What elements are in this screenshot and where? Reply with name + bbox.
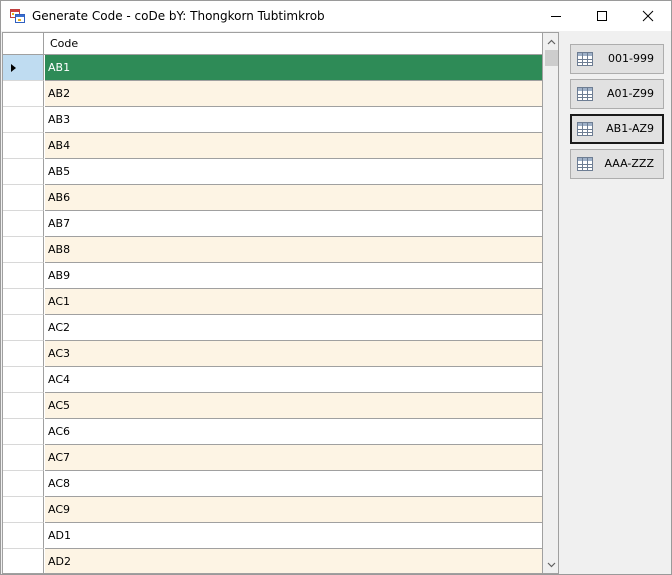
row-header[interactable] xyxy=(3,445,44,471)
row-header[interactable] xyxy=(3,159,44,185)
row-header[interactable] xyxy=(3,393,44,419)
close-icon xyxy=(642,10,654,22)
grid-rows: AB1 AB2 AB3 AB4 AB5 AB6 AB7 AB8 AB9 AC1 AC2 AC3 AC4 A… xyxy=(3,55,543,573)
table-row[interactable]: AB2 xyxy=(3,81,543,107)
code-grid[interactable]: Code AB1 AB2 AB3 AB4 AB5 AB6 AB7 AB8 AB9 AC1 AC2 AC… xyxy=(2,32,559,574)
table-icon xyxy=(577,87,593,101)
row-header[interactable] xyxy=(3,211,44,237)
range-button-2[interactable]: A01-Z99 xyxy=(570,79,664,109)
row-header[interactable] xyxy=(3,523,44,549)
table-row[interactable]: AB9 xyxy=(3,263,543,289)
scroll-up-button[interactable] xyxy=(543,33,558,50)
row-header[interactable] xyxy=(3,237,44,263)
code-cell[interactable]: AB3 xyxy=(45,107,543,133)
code-cell[interactable]: AC6 xyxy=(45,419,543,445)
code-cell[interactable]: AD1 xyxy=(45,523,543,549)
button-label: A01-Z99 xyxy=(606,87,654,100)
range-button-4[interactable]: AAA-ZZZ xyxy=(570,149,664,179)
minimize-icon xyxy=(551,16,561,17)
row-header[interactable] xyxy=(3,419,44,445)
table-row[interactable]: AB5 xyxy=(3,159,543,185)
table-row[interactable]: AC8 xyxy=(3,471,543,497)
chevron-up-icon xyxy=(547,39,556,44)
table-row[interactable]: AC9 xyxy=(3,497,543,523)
button-label: AB1-AZ9 xyxy=(606,122,654,135)
row-header[interactable] xyxy=(3,133,44,159)
code-cell[interactable]: AC2 xyxy=(45,315,543,341)
code-cell[interactable]: AB8 xyxy=(45,237,543,263)
code-cell[interactable]: AD2 xyxy=(45,549,543,573)
table-row[interactable]: AC3 xyxy=(3,341,543,367)
row-header[interactable] xyxy=(3,315,44,341)
row-header[interactable] xyxy=(3,185,44,211)
row-header[interactable] xyxy=(3,367,44,393)
code-cell[interactable]: AB9 xyxy=(45,263,543,289)
code-cell[interactable]: AC3 xyxy=(45,341,543,367)
row-header[interactable] xyxy=(3,341,44,367)
table-icon xyxy=(577,52,593,66)
table-row[interactable]: AB6 xyxy=(3,185,543,211)
code-cell[interactable]: AC9 xyxy=(45,497,543,523)
chevron-down-icon xyxy=(547,562,556,567)
close-button[interactable] xyxy=(625,1,671,31)
app-window: Generate Code - coDe bY: Thongkorn Tubti… xyxy=(0,0,672,575)
grid-corner-cell[interactable] xyxy=(3,33,44,54)
minimize-button[interactable] xyxy=(533,1,579,31)
code-cell[interactable]: AB4 xyxy=(45,133,543,159)
table-row[interactable]: AB4 xyxy=(3,133,543,159)
table-row[interactable]: AB3 xyxy=(3,107,543,133)
code-cell[interactable]: AB2 xyxy=(45,81,543,107)
vertical-scrollbar[interactable] xyxy=(543,33,558,573)
current-row-arrow-icon xyxy=(11,64,16,72)
code-cell[interactable]: AC8 xyxy=(45,471,543,497)
code-cell[interactable]: AB6 xyxy=(45,185,543,211)
row-header[interactable] xyxy=(3,81,44,107)
row-header[interactable] xyxy=(3,263,44,289)
grid-header: Code xyxy=(3,33,543,55)
table-row[interactable]: AC5 xyxy=(3,393,543,419)
table-row[interactable]: AC6 xyxy=(3,419,543,445)
range-button-3[interactable]: AB1-AZ9 xyxy=(570,114,664,144)
window-title: Generate Code - coDe bY: Thongkorn Tubti… xyxy=(32,9,325,23)
table-row[interactable]: AD1 xyxy=(3,523,543,549)
code-cell[interactable]: AC7 xyxy=(45,445,543,471)
code-cell[interactable]: AC1 xyxy=(45,289,543,315)
row-header[interactable] xyxy=(3,107,44,133)
maximize-button[interactable] xyxy=(579,1,625,31)
table-row[interactable]: AB7 xyxy=(3,211,543,237)
table-icon xyxy=(577,122,593,136)
app-icon xyxy=(10,9,25,23)
row-header[interactable] xyxy=(3,497,44,523)
maximize-icon xyxy=(597,11,607,21)
row-header[interactable] xyxy=(3,289,44,315)
table-row[interactable]: AC2 xyxy=(3,315,543,341)
button-label: 001-999 xyxy=(608,52,654,65)
table-row[interactable]: AC4 xyxy=(3,367,543,393)
table-row[interactable]: AD2 xyxy=(3,549,543,573)
column-header-code[interactable]: Code xyxy=(45,33,543,54)
scroll-down-button[interactable] xyxy=(543,556,558,573)
table-row[interactable]: AC7 xyxy=(3,445,543,471)
row-header[interactable] xyxy=(3,55,44,81)
row-header[interactable] xyxy=(3,471,44,497)
scroll-thumb[interactable] xyxy=(545,50,558,66)
button-label: AAA-ZZZ xyxy=(604,157,654,170)
code-cell[interactable]: AB5 xyxy=(45,159,543,185)
table-row[interactable]: AB8 xyxy=(3,237,543,263)
row-header[interactable] xyxy=(3,549,44,573)
table-icon xyxy=(577,157,593,171)
code-cell[interactable]: AB7 xyxy=(45,211,543,237)
range-button-1[interactable]: 001-999 xyxy=(570,44,664,74)
title-bar[interactable]: Generate Code - coDe bY: Thongkorn Tubti… xyxy=(1,1,671,31)
code-cell[interactable]: AC5 xyxy=(45,393,543,419)
code-cell[interactable]: AB1 xyxy=(45,55,543,81)
table-row[interactable]: AC1 xyxy=(3,289,543,315)
code-cell[interactable]: AC4 xyxy=(45,367,543,393)
table-row[interactable]: AB1 xyxy=(3,55,543,81)
